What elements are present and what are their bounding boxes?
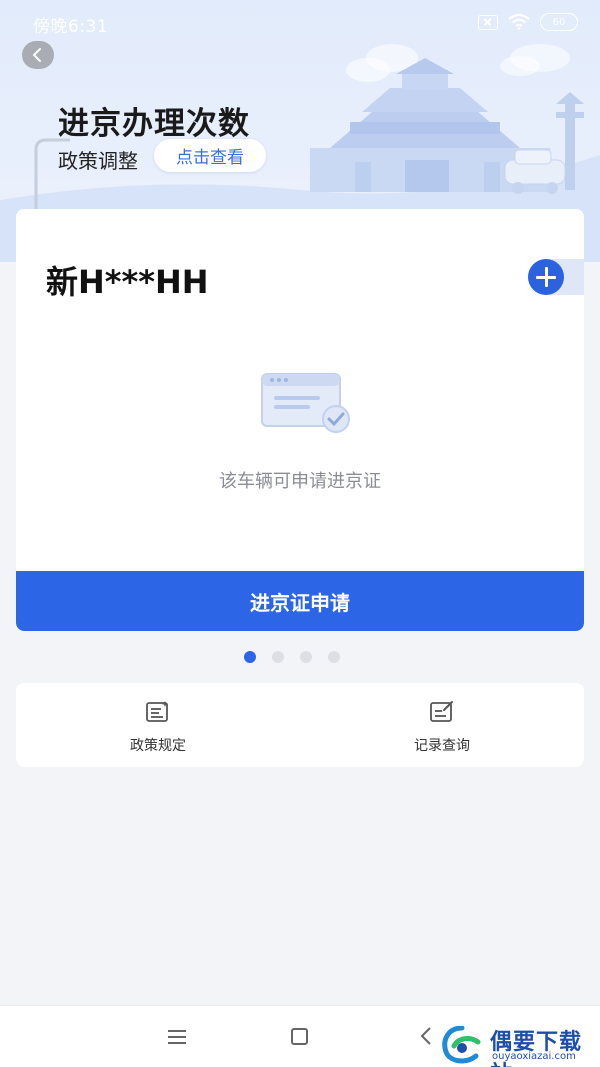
back-icon[interactable] xyxy=(420,1026,432,1046)
policy-document-icon xyxy=(146,701,169,722)
empty-state-message: 该车辆可申请进京证 xyxy=(219,471,381,492)
shortcut-label: 政策规定 xyxy=(130,738,186,754)
status-icons: 60 xyxy=(478,11,578,33)
policy-rules-shortcut[interactable]: 政策规定 xyxy=(16,683,300,767)
shortcut-label: 记录查询 xyxy=(414,738,470,754)
shortcut-card: 政策规定 记录查询 xyxy=(16,683,584,767)
no-sim-icon xyxy=(478,14,498,30)
site-watermark: 偶要下载站 ouyaoxiazai.com xyxy=(440,1020,600,1067)
pager-dot[interactable] xyxy=(272,651,284,663)
view-details-button[interactable]: 点击查看 xyxy=(154,139,266,172)
card-pager xyxy=(244,651,340,663)
record-edit-icon xyxy=(430,701,453,722)
chevron-left-icon xyxy=(32,48,41,62)
back-button[interactable] xyxy=(22,41,54,69)
banner-subtitle: 政策调整 xyxy=(58,149,138,173)
watermark-url: ouyaoxiazai.com xyxy=(492,1051,576,1062)
application-form-icon xyxy=(261,373,350,433)
menu-icon[interactable] xyxy=(168,1030,186,1044)
watermark-logo-icon xyxy=(442,1026,481,1064)
apply-permit-button[interactable]: 进京证申请 xyxy=(16,571,584,631)
status-bar: 傍晚6:31 60 xyxy=(0,0,600,44)
pager-dot[interactable] xyxy=(328,651,340,663)
wifi-icon xyxy=(508,14,530,30)
plus-icon xyxy=(528,259,564,295)
pager-dot[interactable] xyxy=(300,651,312,663)
add-vehicle-button[interactable] xyxy=(528,259,584,295)
pager-dot[interactable] xyxy=(244,651,256,663)
banner-title: 进京办理次数 xyxy=(58,106,250,142)
battery-icon: 60 xyxy=(540,13,578,31)
vehicle-card: 新H***HH 该车辆可申请进京证 进京证申请 xyxy=(16,209,584,631)
license-plate: 新H***HH xyxy=(46,263,209,301)
status-time: 傍晚6:31 xyxy=(33,17,109,37)
home-icon[interactable] xyxy=(291,1028,308,1045)
record-query-shortcut[interactable]: 记录查询 xyxy=(300,683,584,767)
